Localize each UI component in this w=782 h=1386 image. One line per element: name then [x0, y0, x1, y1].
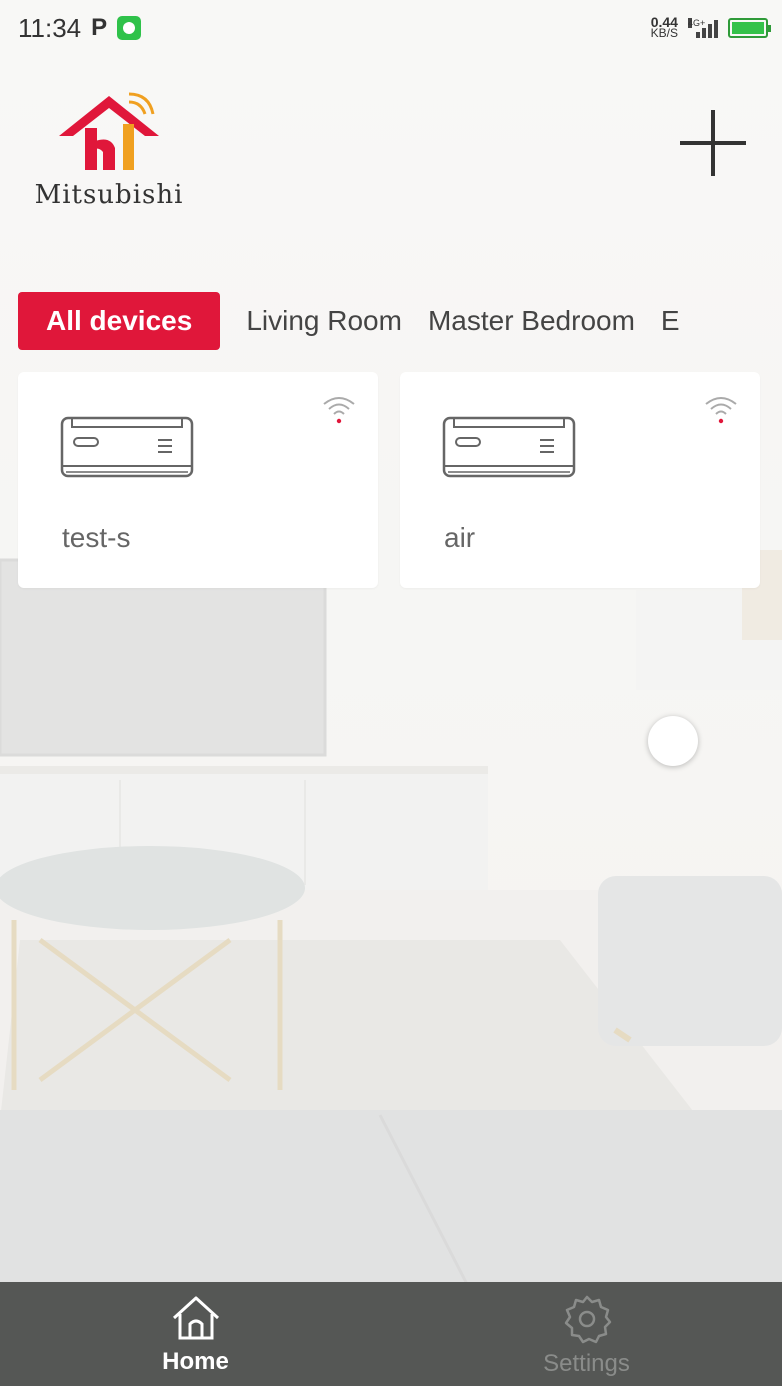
- add-device-button[interactable]: [678, 108, 748, 178]
- bottom-nav: Home Settings: [0, 1282, 782, 1386]
- network-speed: 0.44 KB/S: [650, 15, 678, 40]
- nav-settings[interactable]: Settings: [391, 1282, 782, 1386]
- logo-text: Mitsubishi: [34, 180, 184, 210]
- tab-partial[interactable]: E: [661, 305, 680, 337]
- nav-home[interactable]: Home: [0, 1282, 391, 1386]
- status-left: 11:34 P: [18, 12, 142, 44]
- p-notification-icon: P: [91, 14, 108, 41]
- air-conditioner-icon: [442, 416, 576, 478]
- wechat-notification-icon: [117, 16, 142, 40]
- air-conditioner-icon: [60, 416, 194, 478]
- status-time: 11:34: [18, 12, 82, 43]
- wifi-icon: [705, 397, 737, 424]
- nav-home-label: Home: [162, 1348, 229, 1375]
- device-list: test-s air: [18, 372, 760, 588]
- nav-settings-label: Settings: [543, 1350, 630, 1377]
- network-type-label: 4G+: [688, 18, 706, 28]
- battery-icon: [728, 18, 771, 38]
- home-icon: [172, 1296, 219, 1340]
- app-logo: Mitsubishi: [28, 88, 190, 210]
- tab-master-bedroom[interactable]: Master Bedroom: [428, 305, 635, 337]
- signal-icon: 4G+: [688, 18, 718, 38]
- device-card[interactable]: test-s: [18, 372, 378, 588]
- device-name: test-s: [62, 522, 131, 553]
- status-right: 0.44 KB/S 4G+: [650, 15, 771, 40]
- network-speed-unit: KB/S: [650, 26, 678, 40]
- room-tabs: All devices Living Room Master Bedroom E: [18, 292, 782, 350]
- floating-assistive-button[interactable]: [648, 716, 698, 766]
- device-name: air: [444, 522, 476, 553]
- wifi-icon: [323, 397, 355, 424]
- gear-icon: [564, 1295, 611, 1344]
- tab-living-room[interactable]: Living Room: [246, 305, 402, 337]
- device-card[interactable]: air: [400, 372, 760, 588]
- house-logo-icon: [59, 92, 159, 170]
- tab-all-devices[interactable]: All devices: [18, 292, 221, 350]
- status-bar: 11:34 P 0.44 KB/S 4G+: [0, 0, 782, 56]
